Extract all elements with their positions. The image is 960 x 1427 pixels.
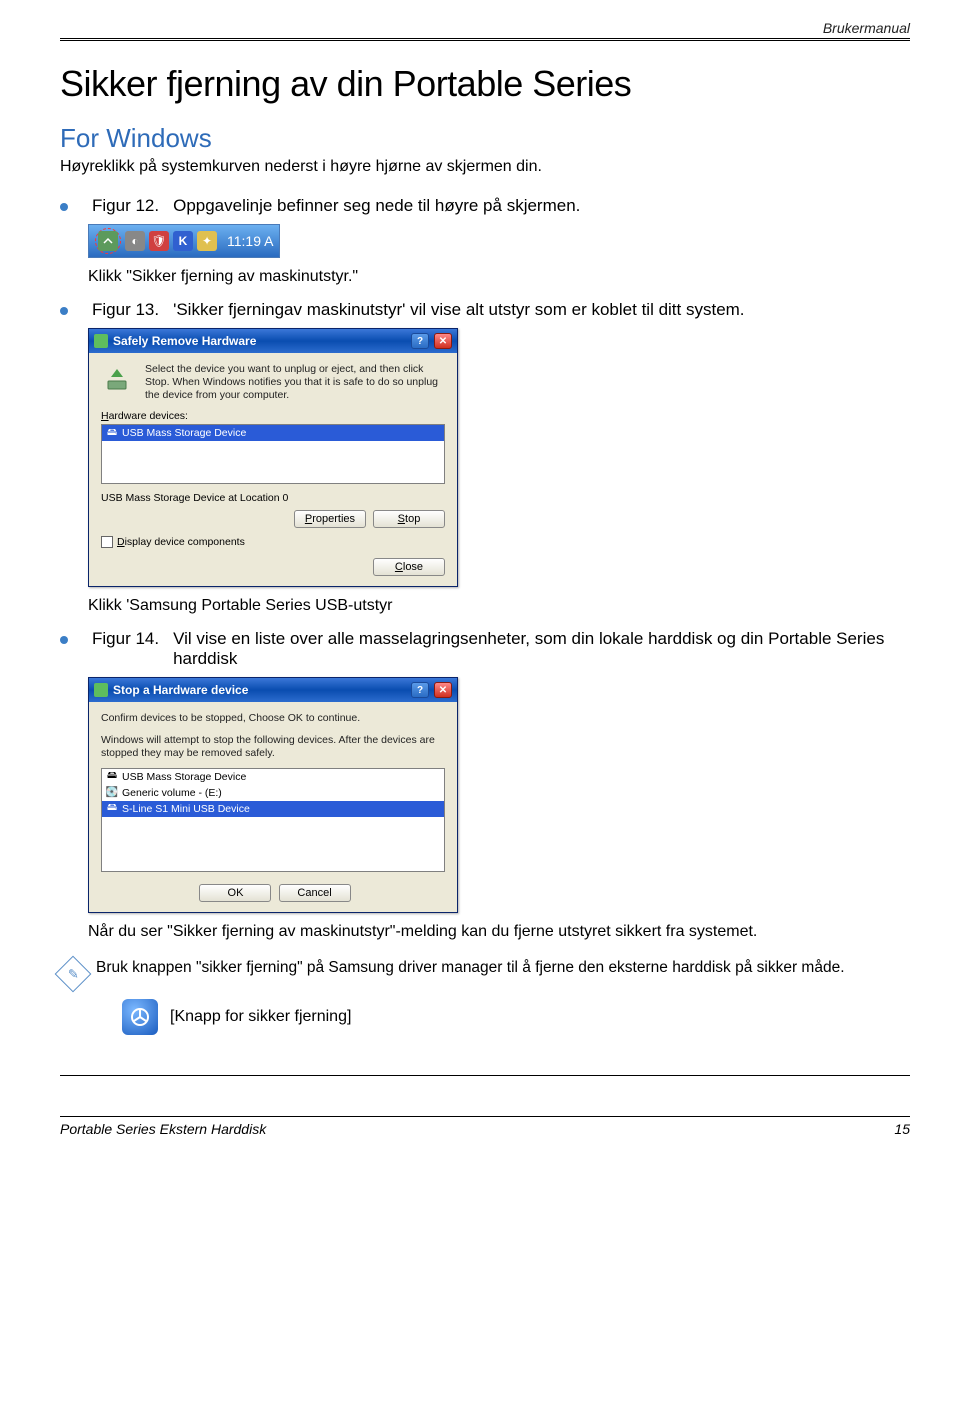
taskbar-clock: 11:19 A — [227, 233, 273, 249]
list-item-label: S-Line S1 Mini USB Device — [122, 803, 250, 815]
close-button[interactable]: ✕ — [434, 333, 452, 349]
figure-13-line: Figur 13. 'Sikker fjerningav maskinutsty… — [60, 300, 910, 320]
figure-12-label: Figur 12. — [92, 196, 159, 216]
disk-icon: 🖴 — [106, 803, 118, 815]
bullet-icon — [60, 636, 68, 644]
tray-icon: K — [173, 231, 193, 251]
devices-list[interactable]: 🖴 USB Mass Storage Device 💽 Generic volu… — [101, 768, 445, 872]
dialog-title: Safely Remove Hardware — [113, 334, 256, 348]
list-item[interactable]: 💽 Generic volume - (E:) — [102, 785, 444, 801]
list-item[interactable]: 🖴 USB Mass Storage Device — [102, 425, 444, 441]
hardware-devices-list[interactable]: 🖴 USB Mass Storage Device — [101, 424, 445, 484]
stop-button[interactable]: Stop — [373, 510, 445, 528]
figure-14-line: Figur 14. Vil vise en liste over alle ma… — [60, 629, 910, 669]
cancel-button[interactable]: Cancel — [279, 884, 351, 902]
stop-hardware-dialog: Stop a Hardware device ? ✕ Confirm devic… — [88, 677, 458, 912]
tray-icon: ◐ — [125, 231, 145, 251]
instruction-after-fig14: Når du ser "Sikker fjerning av maskinuts… — [88, 923, 910, 941]
footer-left: Portable Series Ekstern Harddisk — [60, 1121, 266, 1137]
properties-button[interactable]: Properties — [294, 510, 366, 528]
list-item[interactable]: 🖴 USB Mass Storage Device — [102, 769, 444, 785]
bullet-icon — [60, 203, 68, 211]
help-button[interactable]: ? — [411, 682, 429, 698]
safely-remove-highlight — [95, 228, 121, 254]
dialog-titlebar: Stop a Hardware device ? ✕ — [89, 678, 457, 702]
figure-13-label: Figur 13. — [92, 300, 159, 320]
safe-remove-button-icon — [122, 999, 158, 1035]
figure-14-desc: Vil vise en liste over alle masselagring… — [173, 629, 910, 669]
eject-icon — [101, 363, 135, 397]
instruction-after-fig12: Klikk "Sikker fjerning av maskinutstyr." — [88, 268, 910, 286]
dialog-title-icon — [94, 683, 108, 697]
safe-remove-button-row: [Knapp for sikker fjerning] — [122, 999, 910, 1035]
instruction-after-fig13: Klikk 'Samsung Portable Series USB-utsty… — [88, 597, 910, 615]
list-item-label: USB Mass Storage Device — [122, 427, 246, 439]
dialog-title-icon — [94, 334, 108, 348]
volume-icon: 💽 — [106, 787, 118, 799]
note-icon: ✎ — [55, 955, 92, 992]
figure-14-label: Figur 14. — [92, 629, 159, 649]
list-item[interactable]: 🖴 S-Line S1 Mini USB Device — [102, 801, 444, 817]
figure-12-desc: Oppgavelinje befinner seg nede til høyre… — [173, 196, 910, 216]
hardware-devices-label: Hardware devices: — [101, 410, 445, 422]
dialog-titlebar: Safely Remove Hardware ? ✕ — [89, 329, 457, 353]
figure-13-desc: 'Sikker fjerningav maskinutstyr' vil vis… — [173, 300, 910, 320]
display-components-checkbox[interactable] — [101, 536, 113, 548]
shield-icon: 🛡 — [149, 231, 169, 251]
note-row: ✎ Bruk knappen "sikker fjerning" på Sams… — [60, 959, 910, 987]
page-title: Sikker fjerning av din Portable Series — [60, 63, 910, 105]
header-rule — [60, 40, 910, 41]
tray-icon: ✦ — [197, 231, 217, 251]
bullet-icon — [60, 307, 68, 315]
dialog-blurb: Select the device you want to unplug or … — [145, 363, 445, 402]
close-dialog-button[interactable]: Close — [373, 558, 445, 576]
safely-remove-dialog: Safely Remove Hardware ? ✕ Select the de… — [88, 328, 458, 587]
list-item-label: Generic volume - (E:) — [122, 787, 222, 799]
note-text: Bruk knappen "sikker fjerning" på Samsun… — [96, 959, 845, 977]
safely-remove-tray-icon — [98, 231, 118, 251]
safe-remove-button-label: [Knapp for sikker fjerning] — [170, 1008, 351, 1026]
footer: Portable Series Ekstern Harddisk 15 — [60, 1116, 910, 1137]
taskbar-screenshot: ◐ 🛡 K ✦ 11:19 A — [88, 224, 280, 258]
dialog-line2: Windows will attempt to stop the followi… — [101, 734, 445, 760]
dialog-title: Stop a Hardware device — [113, 683, 248, 697]
intro-text: Høyreklikk på systemkurven nederst i høy… — [60, 158, 910, 176]
device-location-text: USB Mass Storage Device at Location 0 — [101, 492, 445, 504]
display-components-label: Display device components — [117, 536, 245, 548]
list-item-label: USB Mass Storage Device — [122, 771, 246, 783]
dialog-line1: Confirm devices to be stopped, Choose OK… — [101, 712, 445, 725]
usb-device-icon: 🖴 — [106, 771, 118, 783]
page-subtitle: For Windows — [60, 123, 910, 154]
footer-rule — [60, 1075, 910, 1076]
figure-12-line: Figur 12. Oppgavelinje befinner seg nede… — [60, 196, 910, 216]
page-number: 15 — [894, 1121, 910, 1137]
header-doc-type: Brukermanual — [60, 20, 910, 39]
help-button[interactable]: ? — [411, 333, 429, 349]
close-button[interactable]: ✕ — [434, 682, 452, 698]
usb-device-icon: 🖴 — [106, 427, 118, 439]
ok-button[interactable]: OK — [199, 884, 271, 902]
